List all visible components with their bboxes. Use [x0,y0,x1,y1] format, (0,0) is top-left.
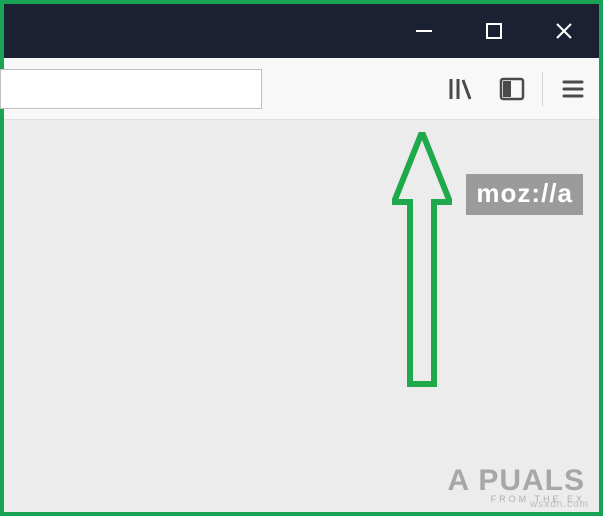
sidebar-toggle-button[interactable] [486,66,538,112]
toolbar-right-group [434,58,599,120]
toolbar-divider [542,72,543,106]
minimize-button[interactable] [389,4,459,58]
close-icon [554,21,574,41]
mozilla-wordmark: moz://a [466,174,583,215]
maximize-icon [485,22,503,40]
app-menu-button[interactable] [547,66,599,112]
sidebar-icon [499,77,525,101]
browser-window-frame: moz://a A PUALS FROM THE EX wsxdn.com [0,0,603,516]
watermark-url: wsxdn.com [530,499,589,510]
close-button[interactable] [529,4,599,58]
window-titlebar [4,4,599,58]
hamburger-icon [562,79,584,99]
maximize-button[interactable] [459,4,529,58]
minimize-icon [414,21,434,41]
library-button[interactable] [434,66,486,112]
address-bar-input[interactable] [0,69,262,109]
library-icon [447,76,473,102]
page-content-area: moz://a [8,124,595,508]
navigation-toolbar [4,58,599,120]
